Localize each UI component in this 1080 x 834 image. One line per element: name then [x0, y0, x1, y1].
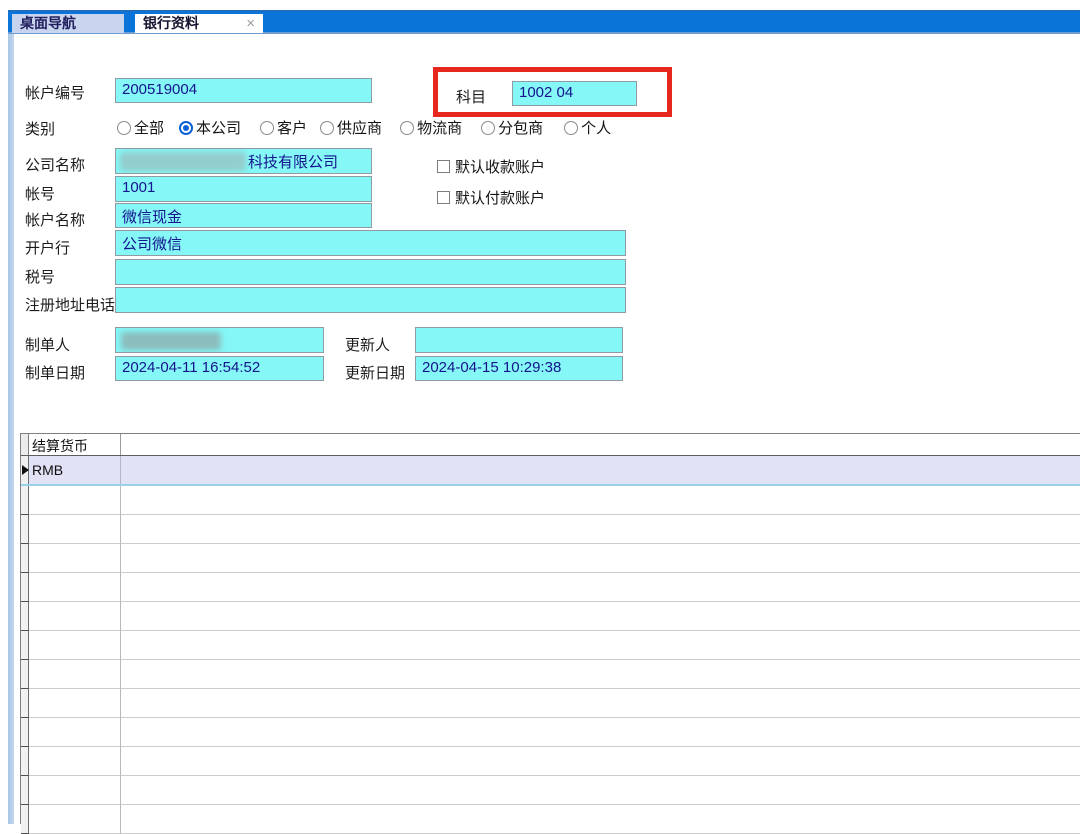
radio-circle-icon — [260, 121, 274, 135]
radio-supplier[interactable]: 供应商 — [320, 117, 382, 138]
checkbox-icon — [437, 191, 450, 204]
table-empty-row[interactable] — [21, 631, 1080, 660]
updater-field[interactable] — [415, 327, 623, 353]
company-name-field[interactable]: 科技有限公司 — [115, 148, 372, 174]
table-empty-row[interactable] — [21, 689, 1080, 718]
row-selector-header — [21, 434, 29, 455]
default-pay-checkbox[interactable]: 默认付款账户 — [437, 187, 545, 208]
table-empty-row[interactable] — [21, 660, 1080, 689]
radio-circle-icon — [400, 121, 414, 135]
row-selector-cell — [21, 456, 29, 484]
tab-bar: 桌面导航 银行资料 × — [8, 10, 1080, 34]
radio-circle-icon — [320, 121, 334, 135]
radio-circle-icon — [481, 121, 495, 135]
subject-label: 科目 — [456, 86, 486, 107]
account-label: 帐号 — [25, 183, 55, 204]
radio-selected-icon — [179, 121, 193, 135]
tab-bank-info-label: 银行资料 — [143, 14, 199, 33]
bank-label: 开户行 — [25, 237, 70, 258]
update-date-field[interactable]: 2024-04-15 10:29:38 — [415, 356, 623, 381]
account-no-field[interactable]: 200519004 — [115, 78, 372, 103]
account-field[interactable]: 1001 — [115, 176, 372, 202]
tax-no-label: 税号 — [25, 266, 55, 287]
radio-circle-icon — [117, 121, 131, 135]
category-label: 类别 — [25, 118, 55, 139]
column-header-currency[interactable]: 结算货币 — [29, 434, 121, 455]
company-name-label: 公司名称 — [25, 154, 85, 175]
table-empty-row[interactable] — [21, 602, 1080, 631]
redaction-blur — [120, 152, 246, 171]
radio-circle-icon — [564, 121, 578, 135]
radio-all[interactable]: 全部 — [117, 117, 164, 138]
account-name-field[interactable]: 微信现金 — [115, 203, 372, 228]
tab-desktop-nav[interactable]: 桌面导航 — [12, 14, 124, 33]
tab-bank-info[interactable]: 银行资料 × — [135, 14, 263, 33]
table-empty-row[interactable] — [21, 718, 1080, 747]
table-empty-row[interactable] — [21, 805, 1080, 834]
radio-individual[interactable]: 个人 — [564, 117, 611, 138]
table-empty-row[interactable] — [21, 747, 1080, 776]
create-date-label: 制单日期 — [25, 362, 85, 383]
table-empty-row[interactable] — [21, 544, 1080, 573]
update-date-label: 更新日期 — [345, 362, 405, 383]
reg-address-tel-label: 注册地址电话 — [25, 294, 115, 315]
reg-address-tel-field[interactable] — [115, 287, 626, 313]
table-header-row: 结算货币 — [21, 434, 1080, 456]
radio-logistics[interactable]: 物流商 — [400, 117, 462, 138]
redaction-blur — [121, 332, 221, 350]
table-row-rmb[interactable]: RMB — [21, 456, 1080, 486]
current-row-arrow-icon — [22, 465, 29, 475]
window-left-border — [8, 34, 14, 824]
bank-field[interactable]: 公司微信 — [115, 230, 626, 256]
radio-subcontractor[interactable]: 分包商 — [481, 117, 543, 138]
tax-no-field[interactable] — [115, 259, 626, 285]
table-empty-row[interactable] — [21, 486, 1080, 515]
table-empty-row[interactable] — [21, 573, 1080, 602]
table-empty-row[interactable] — [21, 776, 1080, 805]
category-radio-group: 全部 本公司 客户 供应商 物流商 分包商 个人 — [117, 117, 611, 138]
creator-label: 制单人 — [25, 334, 70, 355]
subject-field[interactable]: 1002 04 — [512, 81, 637, 106]
radio-customer[interactable]: 客户 — [260, 117, 307, 138]
currency-cell[interactable]: RMB — [29, 456, 121, 484]
radio-own-company[interactable]: 本公司 — [179, 117, 241, 138]
checkbox-icon — [437, 160, 450, 173]
account-no-label: 帐户编号 — [25, 82, 85, 103]
default-receive-checkbox[interactable]: 默认收款账户 — [437, 156, 545, 177]
table-empty-row[interactable] — [21, 515, 1080, 544]
updater-label: 更新人 — [345, 334, 390, 355]
settlement-currency-table: 结算货币 RMB — [20, 433, 1080, 824]
close-tab-icon[interactable]: × — [246, 16, 255, 31]
create-date-field[interactable]: 2024-04-11 16:54:52 — [115, 356, 324, 381]
account-name-label: 帐户名称 — [25, 209, 85, 230]
creator-field[interactable] — [115, 327, 324, 353]
